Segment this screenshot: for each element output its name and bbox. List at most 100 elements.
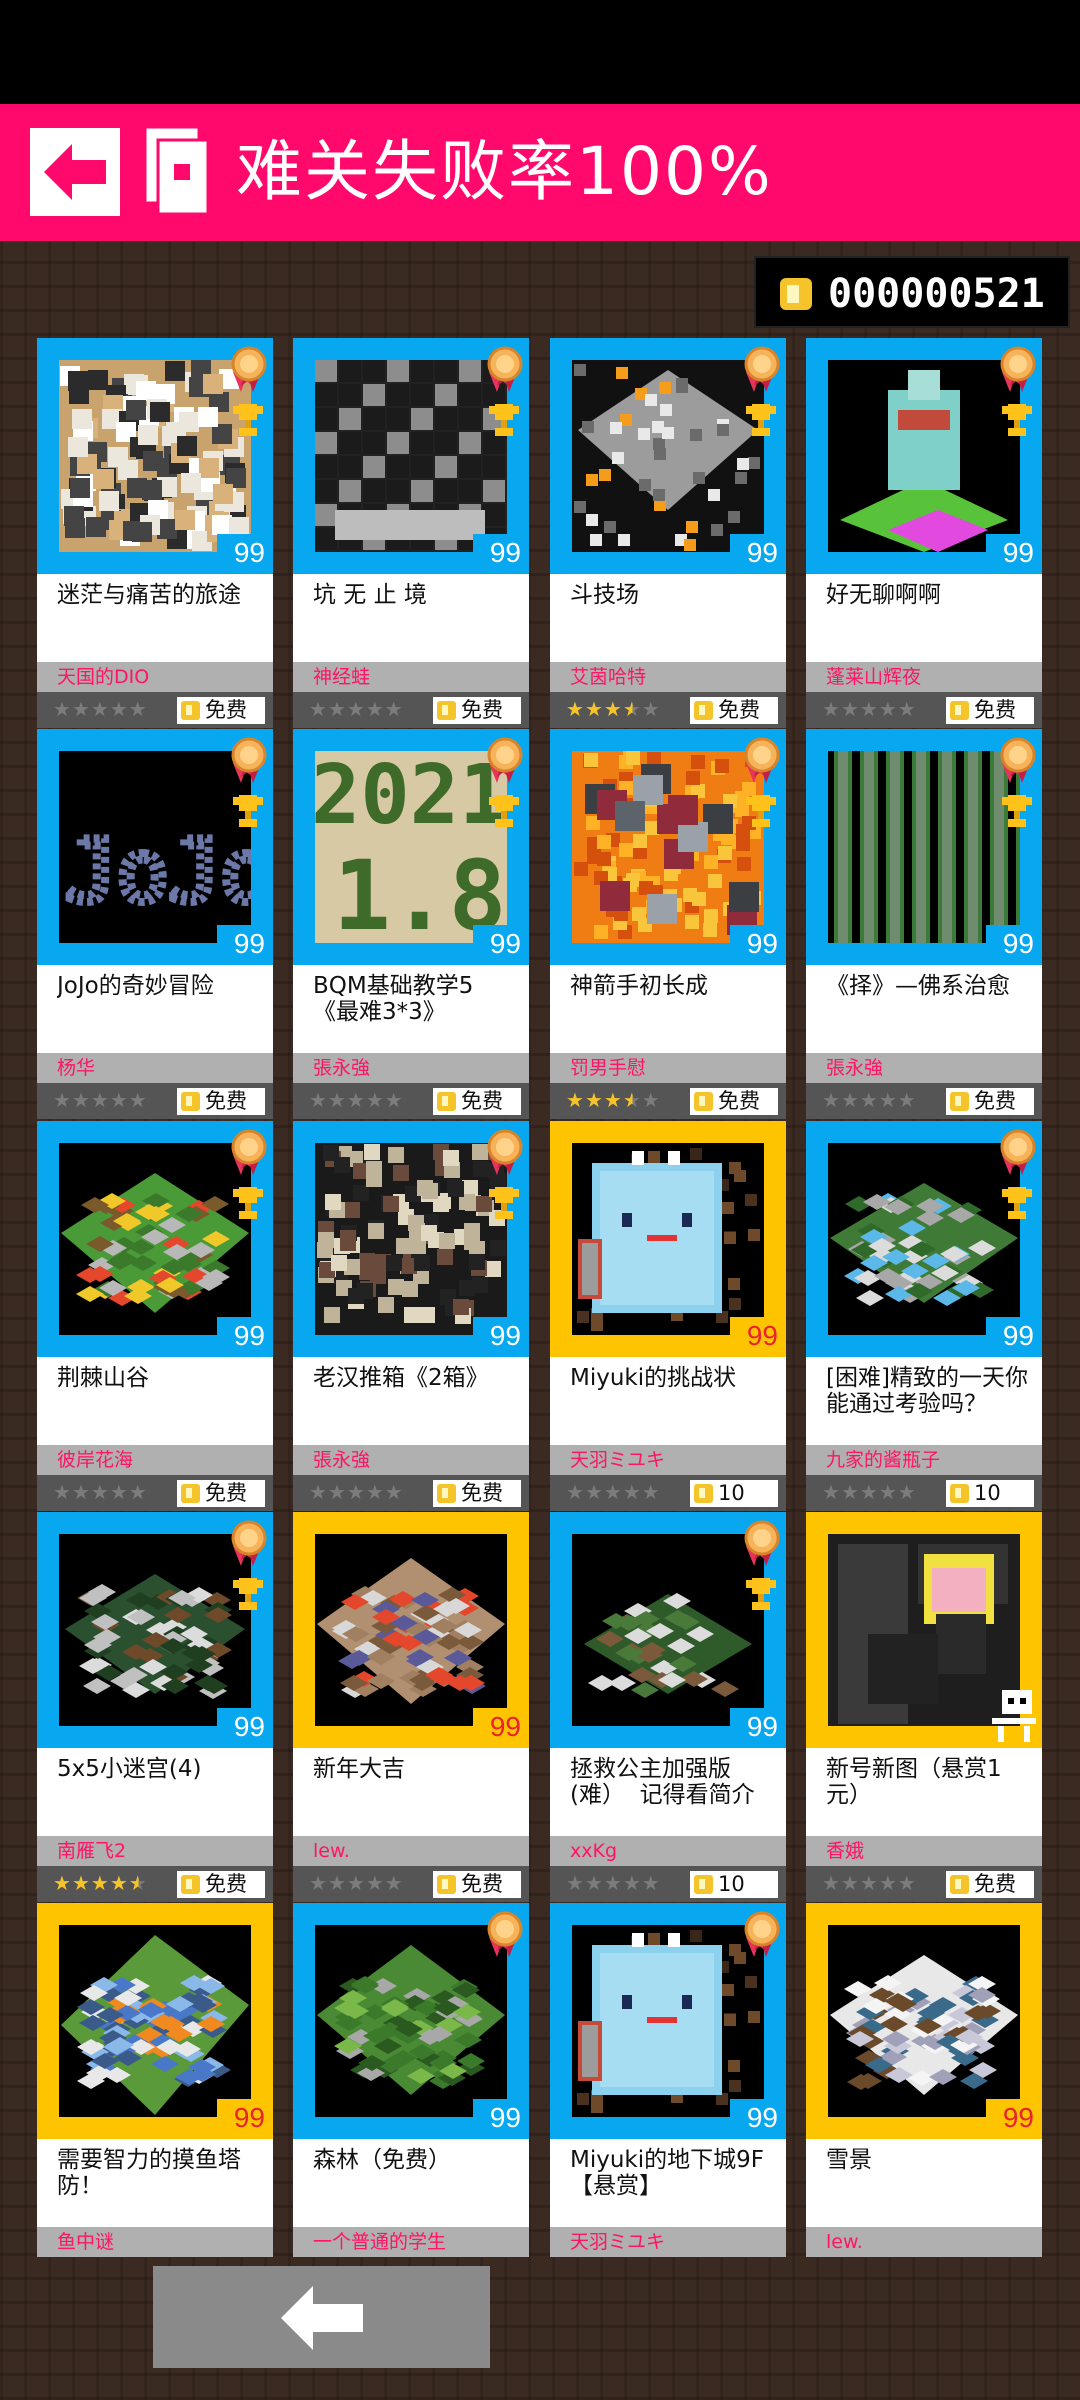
level-card[interactable]: 99 《择》—佛系治愈 張永強 ★★★★★ 免费 — [806, 729, 1042, 1119]
level-thumbnail-frame: 99 — [37, 1121, 273, 1357]
star-icon: ★ — [327, 1871, 347, 1895]
price-label: 免费 — [205, 1089, 247, 1113]
star-icon: ★ — [584, 1871, 604, 1895]
level-card[interactable]: 99 荆棘山谷 彼岸花海 ★★★★★ 免费 — [37, 1121, 273, 1511]
price-tag: 免费 — [946, 697, 1034, 724]
level-thumbnail — [828, 1925, 1020, 2117]
level-card[interactable]: 99 坑 无 止 境神经蛙 ★★★★★ 免费 — [293, 338, 529, 728]
rating-price-bar: ★★★★★ 免费 — [37, 692, 273, 728]
level-card[interactable]: 99 [困难]精致的一天你能通过考验吗？ 九家的酱瓶子 ★★★★★ 10 — [806, 1121, 1042, 1511]
level-card[interactable]: 99 斗技场 艾茵哈特 ★★★★★ 免费 — [550, 338, 786, 728]
level-name-box: 迷茫与痛苦的旅途 — [37, 574, 273, 662]
price-tag: 免费 — [177, 1871, 265, 1898]
difficulty-badge: 99 — [473, 1708, 525, 1746]
trophy-icon — [1002, 795, 1032, 827]
author-box: 罚男手慰 — [550, 1053, 786, 1083]
price-tag: 免费 — [177, 1480, 265, 1507]
level-name: 老汉推箱《2箱》 — [313, 1365, 489, 1391]
rating-price-bar: ★★★★★ 免费 — [293, 1866, 529, 1902]
rating-price-bar: ★★★★★ 免费 — [293, 1083, 529, 1119]
level-card[interactable]: 99 好无聊啊啊 蓬莱山辉夜 ★★★★★ 免费 — [806, 338, 1042, 728]
coin-icon — [950, 1484, 969, 1503]
trophy-icon — [1002, 1187, 1032, 1219]
level-name: [困难]精致的一天你能通过考验吗？ — [826, 1365, 1028, 1417]
level-name-box: 雪景 — [806, 2139, 1042, 2227]
level-card[interactable]: 99 神箭手初长成 罚男手慰 ★★★★★ 免费 — [550, 729, 786, 1119]
price-tag: 10 — [690, 1871, 778, 1898]
star-icon: ★ — [109, 1871, 129, 1895]
star-icon: ★ — [878, 697, 898, 721]
star-icon: ★ — [365, 1088, 385, 1112]
star-icon: ★ — [878, 1871, 898, 1895]
level-author: lew. — [313, 1840, 350, 1862]
trophy-icon — [233, 1187, 263, 1219]
author-box: 天羽ミユキ — [550, 2227, 786, 2257]
svg-text:JoJo: JoJo — [65, 822, 251, 922]
level-card[interactable]: JoJo 99 JoJo的奇妙冒险 杨华 ★★★★★ 免费 — [37, 729, 273, 1119]
level-card[interactable]: 99 雪景 lew. — [806, 1903, 1042, 2268]
star-icon: ★ — [309, 697, 328, 721]
level-card[interactable]: 新号新图（悬赏1元） 香娥 ★★★★★ 免费 — [806, 1512, 1042, 1902]
author-box: 杨华 — [37, 1053, 273, 1083]
level-card[interactable]: 2021 1.8 99 BQM基础教学5《最难3*3》 張永強 ★★★★★ 免费 — [293, 729, 529, 1119]
medal-icon — [231, 737, 267, 783]
level-thumbnail-frame: 99 — [293, 338, 529, 574]
star-icon: ★ — [566, 1871, 585, 1895]
star-icon: ★ — [641, 1480, 661, 1504]
rating-price-bar: ★★★★★ 免费 — [293, 1475, 529, 1511]
bottom-back-button[interactable] — [153, 2266, 490, 2368]
level-name-box: 荆棘山谷 — [37, 1357, 273, 1445]
difficulty-badge: 99 — [217, 1317, 269, 1355]
coin-icon — [437, 701, 456, 720]
star-icon: ★ — [71, 1088, 91, 1112]
level-name-box: 森林（免费） — [293, 2139, 529, 2227]
star-icon: ★ — [822, 1480, 841, 1504]
star-icon: ★ — [327, 1088, 347, 1112]
level-card[interactable]: 99 Miyuki的挑战状 天羽ミユキ ★★★★★ 10 — [550, 1121, 786, 1511]
star-icon: ★ — [365, 1871, 385, 1895]
coin-icon — [181, 1092, 200, 1111]
star-icon: ★ — [346, 1871, 366, 1895]
coin-icon — [780, 278, 812, 310]
star-icon: ★ — [128, 1480, 148, 1504]
level-name-box: 新年大吉 — [293, 1748, 529, 1836]
level-card[interactable]: 99 5x5小迷宫(4) 南雁飞2 ★★★★★ 免费 — [37, 1512, 273, 1902]
star-icon: ★ — [584, 697, 604, 721]
back-button[interactable] — [30, 128, 120, 216]
level-thumbnail — [315, 1143, 507, 1335]
document-icon[interactable] — [146, 128, 210, 216]
star-icon: ★ — [384, 697, 404, 721]
difficulty-badge: 99 — [730, 2099, 782, 2137]
star-icon: ★ — [109, 1088, 129, 1112]
level-author: 香娥 — [826, 1840, 865, 1862]
difficulty-badge: 99 — [473, 1317, 525, 1355]
rating-stars: ★★★★★ — [822, 1871, 917, 1895]
level-card[interactable]: 99 新年大吉 lew. ★★★★★ 免费 — [293, 1512, 529, 1902]
star-icon: ★ — [822, 1871, 841, 1895]
author-box: 張永強 — [293, 1053, 529, 1083]
level-card[interactable]: 99 迷茫与痛苦的旅途 天国的DIO ★★★★★ 免费 — [37, 338, 273, 728]
coin-icon — [181, 1875, 200, 1894]
star-icon: ★ — [53, 1480, 72, 1504]
rating-price-bar: ★★★★★ 免费 — [293, 692, 529, 728]
level-card[interactable]: 99 老汉推箱《2箱》 張永強 ★★★★★ 免费 — [293, 1121, 529, 1511]
coin-icon — [694, 1875, 713, 1894]
status-bar — [0, 0, 1080, 104]
level-thumbnail-frame: 99 — [37, 1903, 273, 2139]
level-thumbnail-frame: 99 — [550, 1903, 786, 2139]
level-name: Miyuki的挑战状 — [570, 1365, 737, 1391]
star-icon: ★ — [840, 1480, 860, 1504]
star-icon: ★ — [566, 1480, 585, 1504]
level-card[interactable]: 99 Miyuki的地下城9F【悬赏】 天羽ミユキ — [550, 1903, 786, 2268]
level-card[interactable]: 99 森林（免费） 一个普通的学生 — [293, 1903, 529, 2268]
level-author: xxKg — [570, 1840, 618, 1862]
price-tag: 免费 — [433, 1480, 521, 1507]
star-icon: ★ — [384, 1088, 404, 1112]
difficulty-badge: 99 — [730, 1708, 782, 1746]
back-arrow-icon — [281, 2286, 363, 2350]
level-card[interactable]: 99 需要智力的摸鱼塔防！ 鱼中谜 — [37, 1903, 273, 2268]
level-card[interactable]: 99 拯救公主加强版(难） 记得看简介 xxKg ★★★★★ 10 — [550, 1512, 786, 1902]
price-label: 免费 — [461, 1089, 503, 1113]
level-name-box: 斗技场 — [550, 574, 786, 662]
price-label: 免费 — [974, 698, 1016, 722]
